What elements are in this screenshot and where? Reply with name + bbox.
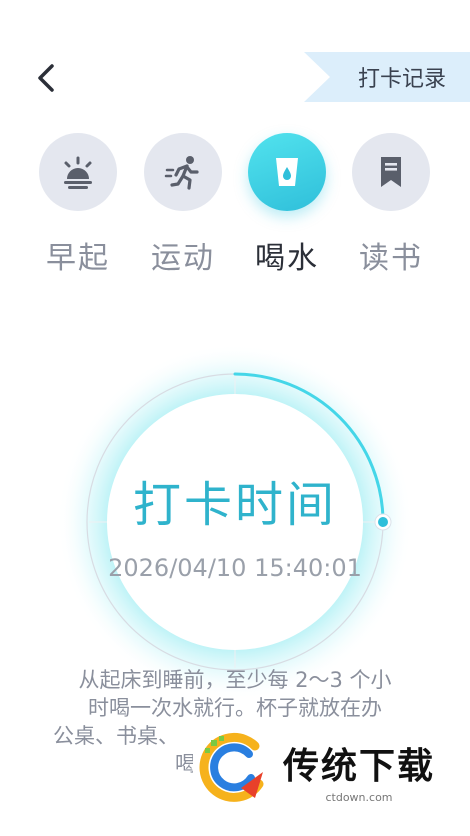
category-label: 早起	[46, 241, 110, 276]
category-icon-circle	[144, 133, 222, 211]
back-button[interactable]	[30, 58, 66, 98]
watermark-logo-icon	[199, 732, 264, 802]
category-label: 读书	[359, 241, 423, 276]
watermark-title: 传统下载	[283, 745, 436, 787]
category-reading[interactable]: 读书	[351, 133, 431, 277]
category-label: 喝水	[255, 241, 319, 276]
watermark-url: ctdown.com	[325, 790, 393, 804]
site-watermark: 传统下载 ctdown.com	[193, 722, 455, 818]
water-cup-icon	[276, 158, 298, 186]
category-icon-circle	[248, 133, 326, 211]
category-selector: 早起 运动 喝水 读书	[0, 133, 470, 283]
sunrise-icon	[64, 156, 92, 189]
description-line: 从起床到睡前，至少每 2～3 个小	[78, 668, 392, 692]
category-label: 运动	[151, 241, 215, 276]
checkin-record-button[interactable]: 打卡记录	[304, 52, 470, 102]
category-exercise[interactable]: 运动	[143, 133, 223, 277]
checkin-button-title[interactable]: 打卡时间	[55, 465, 415, 535]
bookmark-icon	[381, 157, 401, 187]
category-icon-circle	[39, 133, 117, 211]
category-icon-circle	[352, 133, 430, 211]
chevron-left-icon	[38, 64, 54, 92]
description-line: 时喝一次水就行。杯子就放在办	[88, 696, 382, 720]
running-icon	[164, 156, 199, 190]
watermark-text: 传统下载 ctdown.com	[283, 737, 435, 804]
category-early-rise[interactable]: 早起	[38, 133, 118, 277]
checkin-record-label: 打卡记录	[357, 67, 446, 92]
checkin-dial: 打卡时间 2026/04/10 15:40:01	[55, 340, 415, 700]
checkin-datetime: 2026/04/10 15:40:01	[108, 554, 362, 582]
category-drink-water[interactable]: 喝水	[247, 133, 327, 277]
